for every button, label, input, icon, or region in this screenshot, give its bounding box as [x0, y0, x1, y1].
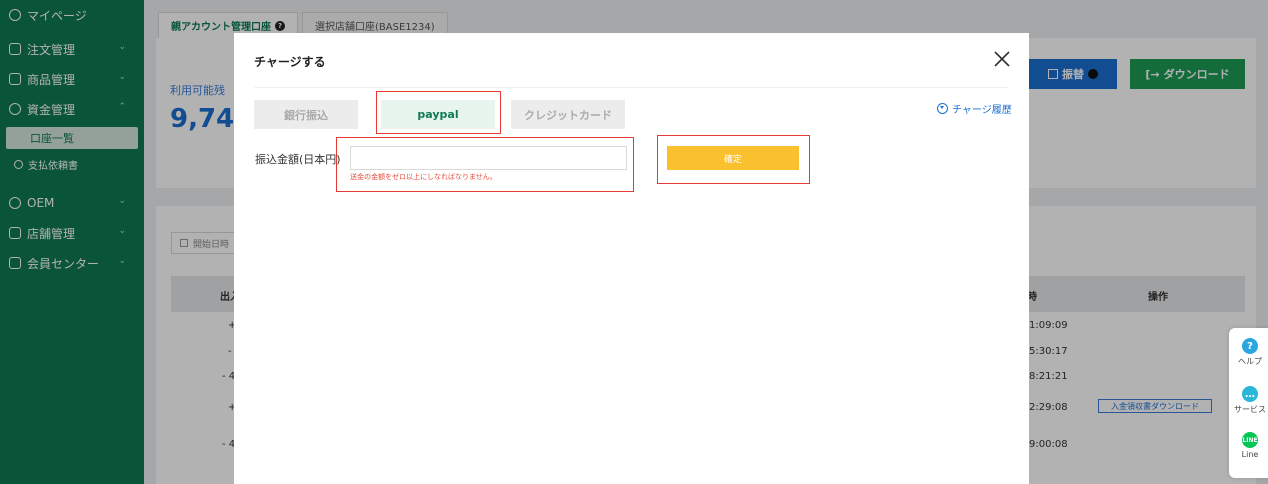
line-label: Line [1241, 450, 1259, 459]
tab-bank-transfer[interactable]: 銀行振込 [254, 100, 358, 129]
highlight-confirm-button [657, 135, 810, 184]
help-label: ヘルプ [1238, 357, 1262, 366]
help-icon: ? [1242, 338, 1258, 354]
line-widget-item[interactable]: LINE Line [1229, 432, 1268, 459]
charge-history-link[interactable]: チャージ履歴 [937, 101, 1012, 116]
amount-label: 振込金額(日本円) [255, 153, 341, 166]
highlight-paypal-tab [376, 91, 501, 134]
modal-title: チャージする [254, 55, 326, 69]
help-widget-item[interactable]: ? ヘルプ [1229, 338, 1268, 367]
charge-modal: チャージする 銀行振込 paypal クレジットカード チャージ履歴 振込金額(… [234, 33, 1029, 484]
highlight-amount-field [336, 137, 634, 192]
charge-history-label: チャージ履歴 [952, 105, 1012, 116]
floating-support-widget: ? ヘルプ … サービス LINE Line [1229, 328, 1268, 478]
chevron-circle-icon [937, 103, 948, 114]
line-icon: LINE [1242, 432, 1258, 448]
service-label: サービス [1234, 405, 1266, 414]
tab-credit-card[interactable]: クレジットカード [511, 100, 625, 129]
service-widget-item[interactable]: … サービス [1229, 386, 1268, 415]
close-icon[interactable] [992, 49, 1012, 69]
chat-bubble-icon: … [1242, 386, 1258, 402]
modal-divider [254, 87, 1009, 88]
